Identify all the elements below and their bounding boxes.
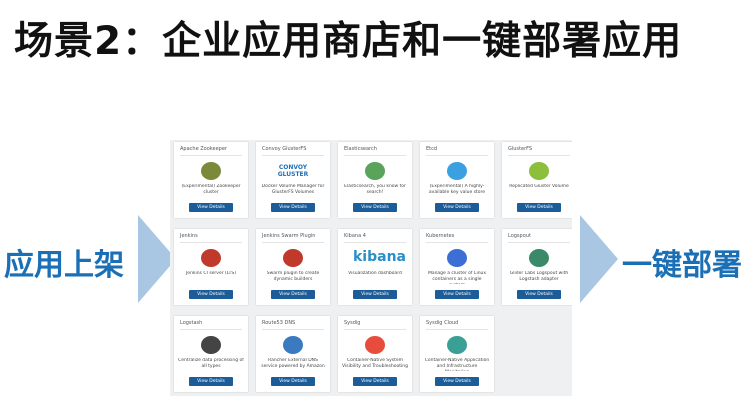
catalog-card-name: Apache Zookeeper: [180, 146, 227, 152]
catalog-card-description: Centralize data processing of all types: [178, 358, 244, 369]
catalog-card: Etcd (Experimental) A highly-available ke…: [420, 142, 494, 218]
card-divider: [426, 155, 488, 156]
catalog-card-logo-text: kibana: [353, 249, 406, 265]
logspout-icon: [529, 249, 549, 267]
catalog-card-description: Container-Native Application and Infrast…: [424, 358, 490, 371]
view-details-button[interactable]: View Details: [271, 203, 315, 212]
card-divider: [426, 329, 488, 330]
card-divider: [180, 155, 242, 156]
catalog-card-description: Elasticsearch, you know for search!: [344, 184, 406, 195]
catalog-card-description: Manage a cluster of Linux containers as …: [427, 271, 487, 284]
sysdig-icon: [365, 336, 385, 354]
view-details-button[interactable]: View Details: [353, 377, 397, 386]
logstash-icon: [201, 336, 221, 354]
catalog-card: Elasticsearch Elasticsearch, you know for…: [338, 142, 412, 218]
catalog-card-description: Swarm plugin to create dynamic builders: [266, 271, 320, 282]
catalog-card-description: Docker Volume Manager for GlusterFS Volu…: [261, 184, 325, 195]
view-details-button[interactable]: View Details: [189, 290, 233, 299]
card-divider: [262, 329, 324, 330]
catalog-card: Kubernetes Manage a cluster of Linux cont…: [420, 229, 494, 305]
catalog-card-name: Logstash: [180, 320, 203, 326]
zookeeper-icon: [201, 162, 221, 180]
catalog-card-name: Jenkins Swarm Plugin: [262, 233, 316, 239]
card-divider: [180, 329, 242, 330]
catalog-card-name: Etcd: [426, 146, 438, 152]
catalog-card: Sysdig Container-Native System Visibility…: [338, 316, 412, 392]
catalog-card-name: Convoy GlusterFS: [262, 146, 307, 152]
view-details-button[interactable]: View Details: [353, 203, 397, 212]
catalog-card-description: (Experimental) A highly-available key va…: [428, 184, 486, 195]
card-divider: [344, 242, 406, 243]
catalog-card-name: Sysdig Cloud: [426, 320, 459, 326]
catalog-card-logo-text: CONVOY GLUSTER: [277, 164, 309, 178]
view-details-button[interactable]: View Details: [271, 377, 315, 386]
jenkins-swarm-icon: [283, 249, 303, 267]
catalog-card: Logstash Centralize data processing of al…: [174, 316, 248, 392]
catalog-card: Sysdig Cloud Container-Native Application…: [420, 316, 494, 392]
view-details-button[interactable]: View Details: [435, 290, 479, 299]
catalog-card: Apache Zookeeper (Experimental) Zookeeper…: [174, 142, 248, 218]
view-details-button[interactable]: View Details: [435, 203, 479, 212]
catalog-card: Jenkins Jenkins CI server (LTS) View Detai…: [174, 229, 248, 305]
kubernetes-icon: [447, 249, 467, 267]
catalog-card-description: Jenkins CI server (LTS): [185, 271, 236, 276]
catalog-card: Route53 DNS Rancher External DNS service …: [256, 316, 330, 392]
catalog-card-name: Jenkins: [180, 233, 198, 239]
catalog-card-description: Container-Native System Visibility and T…: [342, 358, 408, 369]
card-divider: [426, 242, 488, 243]
card-divider: [344, 329, 406, 330]
catalog-card-description: (Experimental) Zookeeper cluster: [181, 184, 241, 195]
catalog-card: Jenkins Swarm Plugin Swarm plugin to crea…: [256, 229, 330, 305]
catalog-card-name: Route53 DNS: [262, 320, 296, 326]
view-details-button[interactable]: View Details: [435, 377, 479, 386]
catalog-card-name: Kibana 4: [344, 233, 366, 239]
view-details-button[interactable]: View Details: [517, 203, 561, 212]
card-divider: [344, 155, 406, 156]
catalog-card-description: Visualization dashboard: [348, 271, 402, 276]
catalog-card: Logspout Glider Labs Logspout with Logsta…: [502, 229, 572, 305]
gluster-icon: [529, 162, 549, 180]
etcd-icon: [447, 162, 467, 180]
view-details-button[interactable]: View Details: [189, 203, 233, 212]
catalog-card-name: GlusterFS: [508, 146, 533, 152]
elasticsearch-icon: [365, 162, 385, 180]
card-divider: [508, 155, 570, 156]
catalog-card-description: Replicated Gluster Volume: [509, 184, 569, 189]
jenkins-icon: [201, 249, 221, 267]
catalog-card: Kibana 4 kibana Visualization dashboard Vie…: [338, 229, 412, 305]
sysdig-cloud-icon: [447, 336, 467, 354]
catalog-card: GlusterFS Replicated Gluster Volume View D…: [502, 142, 572, 218]
card-divider: [180, 242, 242, 243]
catalog-card-description: Rancher External DNS service powered by …: [261, 358, 325, 369]
view-details-button[interactable]: View Details: [517, 290, 561, 299]
app-catalog: Apache Zookeeper (Experimental) Zookeeper…: [170, 140, 572, 396]
catalog-card: Convoy GlusterFS CONVOY GLUSTER Docker Vol…: [256, 142, 330, 218]
card-divider: [262, 242, 324, 243]
catalog-card-name: Sysdig: [344, 320, 361, 326]
slide-title: 场景2：企业应用商店和一键部署应用: [14, 19, 683, 64]
catalog-card-name: Kubernetes: [426, 233, 455, 239]
view-details-button[interactable]: View Details: [271, 290, 315, 299]
view-details-button[interactable]: View Details: [353, 290, 397, 299]
card-divider: [262, 155, 324, 156]
view-details-button[interactable]: View Details: [189, 377, 233, 386]
app-listing-label: 应用上架: [4, 248, 124, 283]
card-divider: [508, 242, 570, 243]
right-arrow-icon: [580, 215, 618, 303]
catalog-card-name: Logspout: [508, 233, 531, 239]
catalog-card-description: Glider Labs Logspout with Logstash adapt…: [509, 271, 569, 282]
one-click-deploy-label: 一键部署: [622, 248, 742, 283]
route53-icon: [283, 336, 303, 354]
catalog-card-name: Elasticsearch: [344, 146, 377, 152]
